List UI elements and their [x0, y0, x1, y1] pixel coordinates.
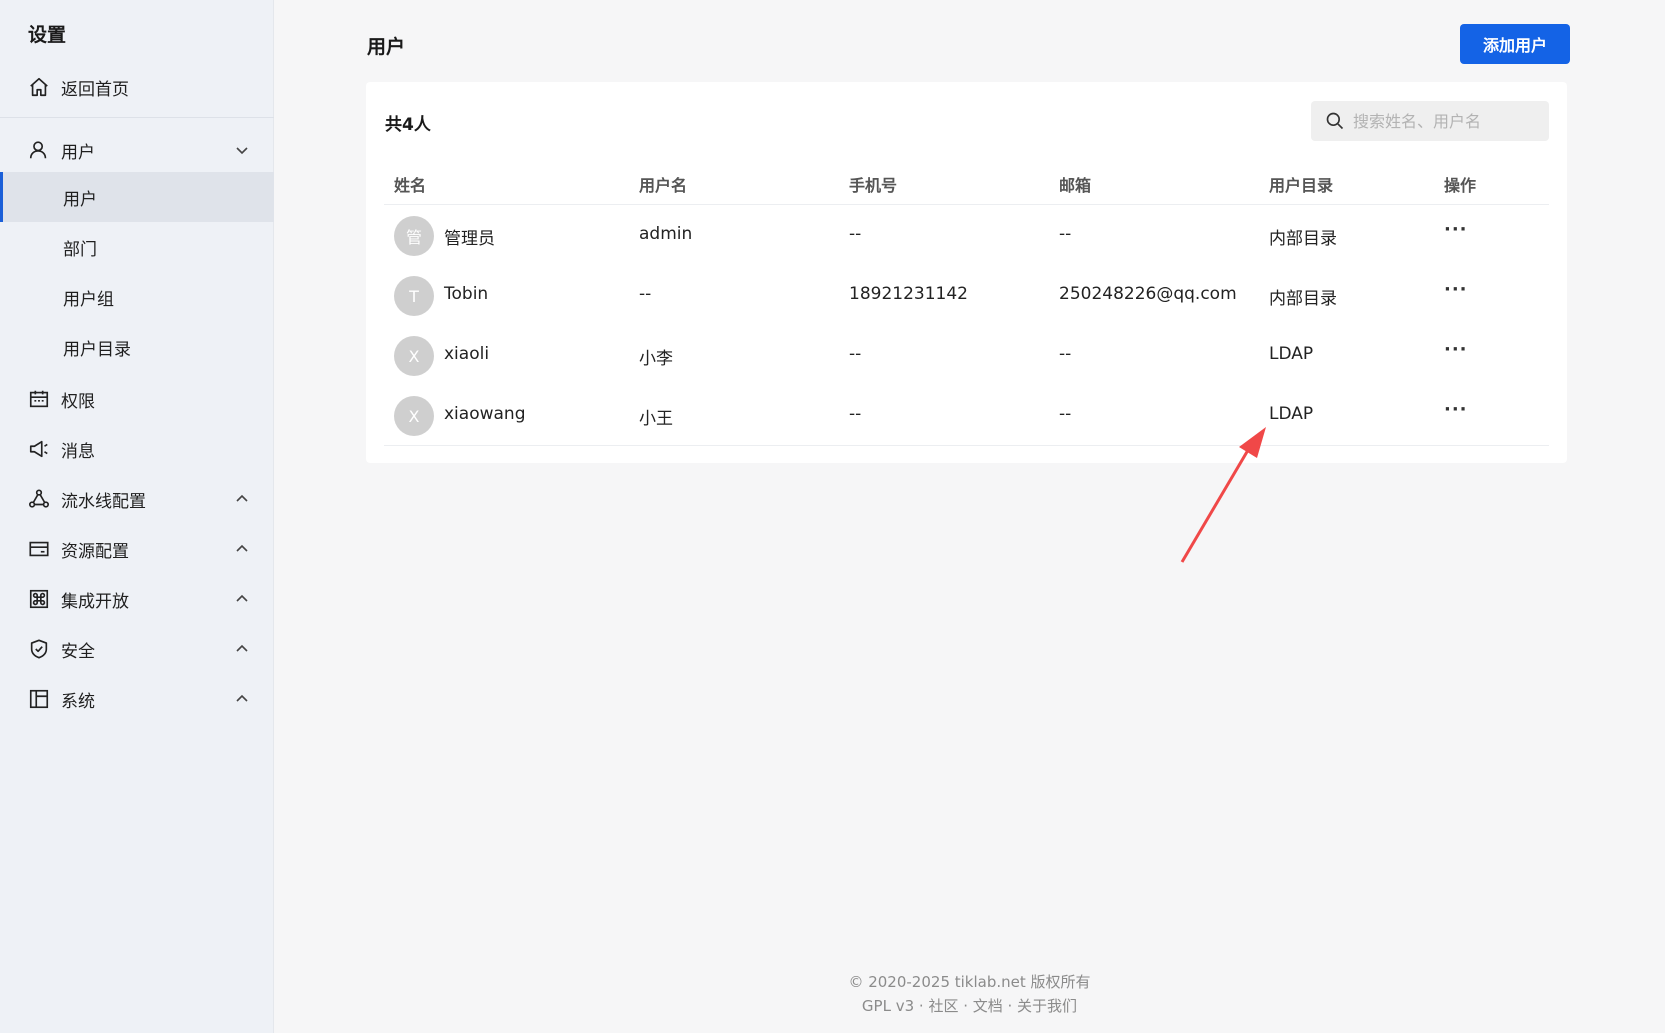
- cell-username: admin: [639, 224, 693, 244]
- footer-copyright: © 2020-2025 tiklab.net 版权所有: [848, 973, 1091, 991]
- sidebar: 设置 返回首页 用户 用户 部门 用户组 用户目录 权限 消息 流水线配置 资源…: [0, 0, 274, 1033]
- column-header-actions: 操作: [1444, 176, 1477, 195]
- cell-phone: --: [849, 344, 862, 364]
- cell-name: 管理员: [444, 229, 495, 249]
- cell-phone: --: [849, 404, 862, 424]
- cell-directory: LDAP: [1269, 344, 1314, 364]
- chevron-up-icon: [236, 694, 248, 702]
- sidebar-item-label: 用户目录: [63, 339, 131, 360]
- table-row[interactable]: X xiaoli 小李 -- -- LDAP ···: [384, 325, 1549, 385]
- chevron-up-icon: [236, 494, 248, 502]
- user-count: 共4人: [385, 115, 431, 135]
- nav-security[interactable]: 安全: [0, 624, 274, 674]
- chevron-down-icon: [236, 147, 248, 155]
- more-icon[interactable]: ···: [1444, 219, 1468, 240]
- cell-email: --: [1059, 344, 1072, 364]
- nav-users-group-label: 用户: [61, 142, 95, 163]
- cell-username: 小李: [639, 349, 673, 369]
- nav-security-label: 安全: [61, 641, 95, 662]
- sidebar-item-label: 部门: [63, 239, 97, 260]
- nav-users-group[interactable]: 用户: [0, 125, 274, 175]
- layout-icon: [27, 687, 51, 711]
- more-icon[interactable]: ···: [1444, 339, 1468, 360]
- avatar: 管: [394, 216, 434, 256]
- column-header-email: 邮箱: [1059, 176, 1092, 195]
- sidebar-item-user-directory[interactable]: 用户目录: [0, 322, 274, 372]
- sidebar-item-users[interactable]: 用户: [0, 172, 274, 222]
- megaphone-icon: [27, 437, 51, 461]
- cell-username: --: [639, 284, 652, 304]
- user-table: 姓名 用户名 手机号 邮箱 用户目录 操作 管 管理员 admin -- -- …: [384, 162, 1549, 446]
- search-field[interactable]: [1311, 101, 1549, 141]
- chevron-up-icon: [236, 644, 248, 652]
- chevron-up-icon: [236, 544, 248, 552]
- sidebar-item-user-groups[interactable]: 用户组: [0, 272, 274, 322]
- footer-links[interactable]: GPL v3 · 社区 · 文档 · 关于我们: [274, 994, 1665, 1018]
- nav-pipeline-config-label: 流水线配置: [61, 491, 146, 512]
- add-user-button[interactable]: 添加用户: [1460, 24, 1570, 64]
- cell-phone: --: [849, 224, 862, 244]
- calendar-check-icon: [27, 387, 51, 411]
- avatar: X: [394, 396, 434, 436]
- nav-resource-config[interactable]: 资源配置: [0, 524, 274, 574]
- shield-icon: [27, 637, 51, 661]
- table-row[interactable]: T Tobin -- 18921231142 250248226@qq.com …: [384, 265, 1549, 325]
- table-row[interactable]: 管 管理员 admin -- -- 内部目录 ···: [384, 205, 1549, 265]
- cell-name: xiaoli: [444, 344, 490, 364]
- app-window: 设置 返回首页 用户 用户 部门 用户组 用户目录 权限 消息 流水线配置 资源…: [0, 0, 1665, 1033]
- more-icon[interactable]: ···: [1444, 399, 1468, 420]
- column-header-username: 用户名: [639, 176, 688, 195]
- sidebar-item-departments[interactable]: 部门: [0, 222, 274, 272]
- nav-resource-config-label: 资源配置: [61, 541, 129, 562]
- nav-integration[interactable]: 集成开放: [0, 574, 274, 624]
- cell-directory: 内部目录: [1269, 229, 1337, 249]
- nav-integration-label: 集成开放: [61, 591, 129, 612]
- more-icon[interactable]: ···: [1444, 279, 1468, 300]
- page-title: 用户: [367, 36, 406, 58]
- home-icon: [27, 75, 51, 99]
- column-header-phone: 手机号: [849, 176, 898, 195]
- nav-system[interactable]: 系统: [0, 674, 274, 724]
- nav-home-label: 返回首页: [61, 79, 129, 100]
- cell-username: 小王: [639, 409, 673, 429]
- cell-name: xiaowang: [444, 404, 526, 424]
- sidebar-title: 设置: [28, 24, 67, 46]
- avatar: X: [394, 336, 434, 376]
- sidebar-item-label: 用户组: [63, 289, 114, 310]
- table-header: 姓名 用户名 手机号 邮箱 用户目录 操作: [384, 162, 1549, 205]
- user-list-card: 共4人 姓名 用户名 手机号 邮箱 用户目录 操作 管 管理员 admin --…: [366, 82, 1567, 463]
- nav-pipeline-config[interactable]: 流水线配置: [0, 474, 274, 524]
- nav-messages[interactable]: 消息: [0, 424, 274, 474]
- footer: © 2020-2025 tiklab.net 版权所有 GPL v3 · 社区 …: [274, 970, 1665, 1018]
- nav-home[interactable]: 返回首页: [0, 62, 274, 112]
- nav-system-label: 系统: [61, 691, 95, 712]
- nav-messages-label: 消息: [61, 441, 95, 462]
- cell-name: Tobin: [444, 284, 489, 304]
- user-icon: [27, 138, 51, 162]
- avatar: T: [394, 276, 434, 316]
- cell-directory: LDAP: [1269, 404, 1314, 424]
- search-icon: [1326, 112, 1344, 130]
- chevron-up-icon: [236, 594, 248, 602]
- nodes-icon: [27, 487, 51, 511]
- cell-directory: 内部目录: [1269, 289, 1337, 309]
- sidebar-item-label: 用户: [63, 189, 97, 210]
- nav-permissions-label: 权限: [61, 391, 95, 412]
- column-header-directory: 用户目录: [1269, 176, 1334, 195]
- cell-phone: 18921231142: [849, 284, 968, 304]
- nav-permissions[interactable]: 权限: [0, 374, 274, 424]
- cell-email: --: [1059, 404, 1072, 424]
- card-icon: [27, 537, 51, 561]
- sidebar-divider: [0, 117, 274, 118]
- command-icon: [27, 587, 51, 611]
- cell-email: --: [1059, 224, 1072, 244]
- column-header-name: 姓名: [394, 176, 427, 195]
- table-row[interactable]: X xiaowang 小王 -- -- LDAP ···: [384, 385, 1549, 446]
- cell-email: 250248226@qq.com: [1059, 284, 1237, 304]
- search-input[interactable]: [1351, 110, 1545, 132]
